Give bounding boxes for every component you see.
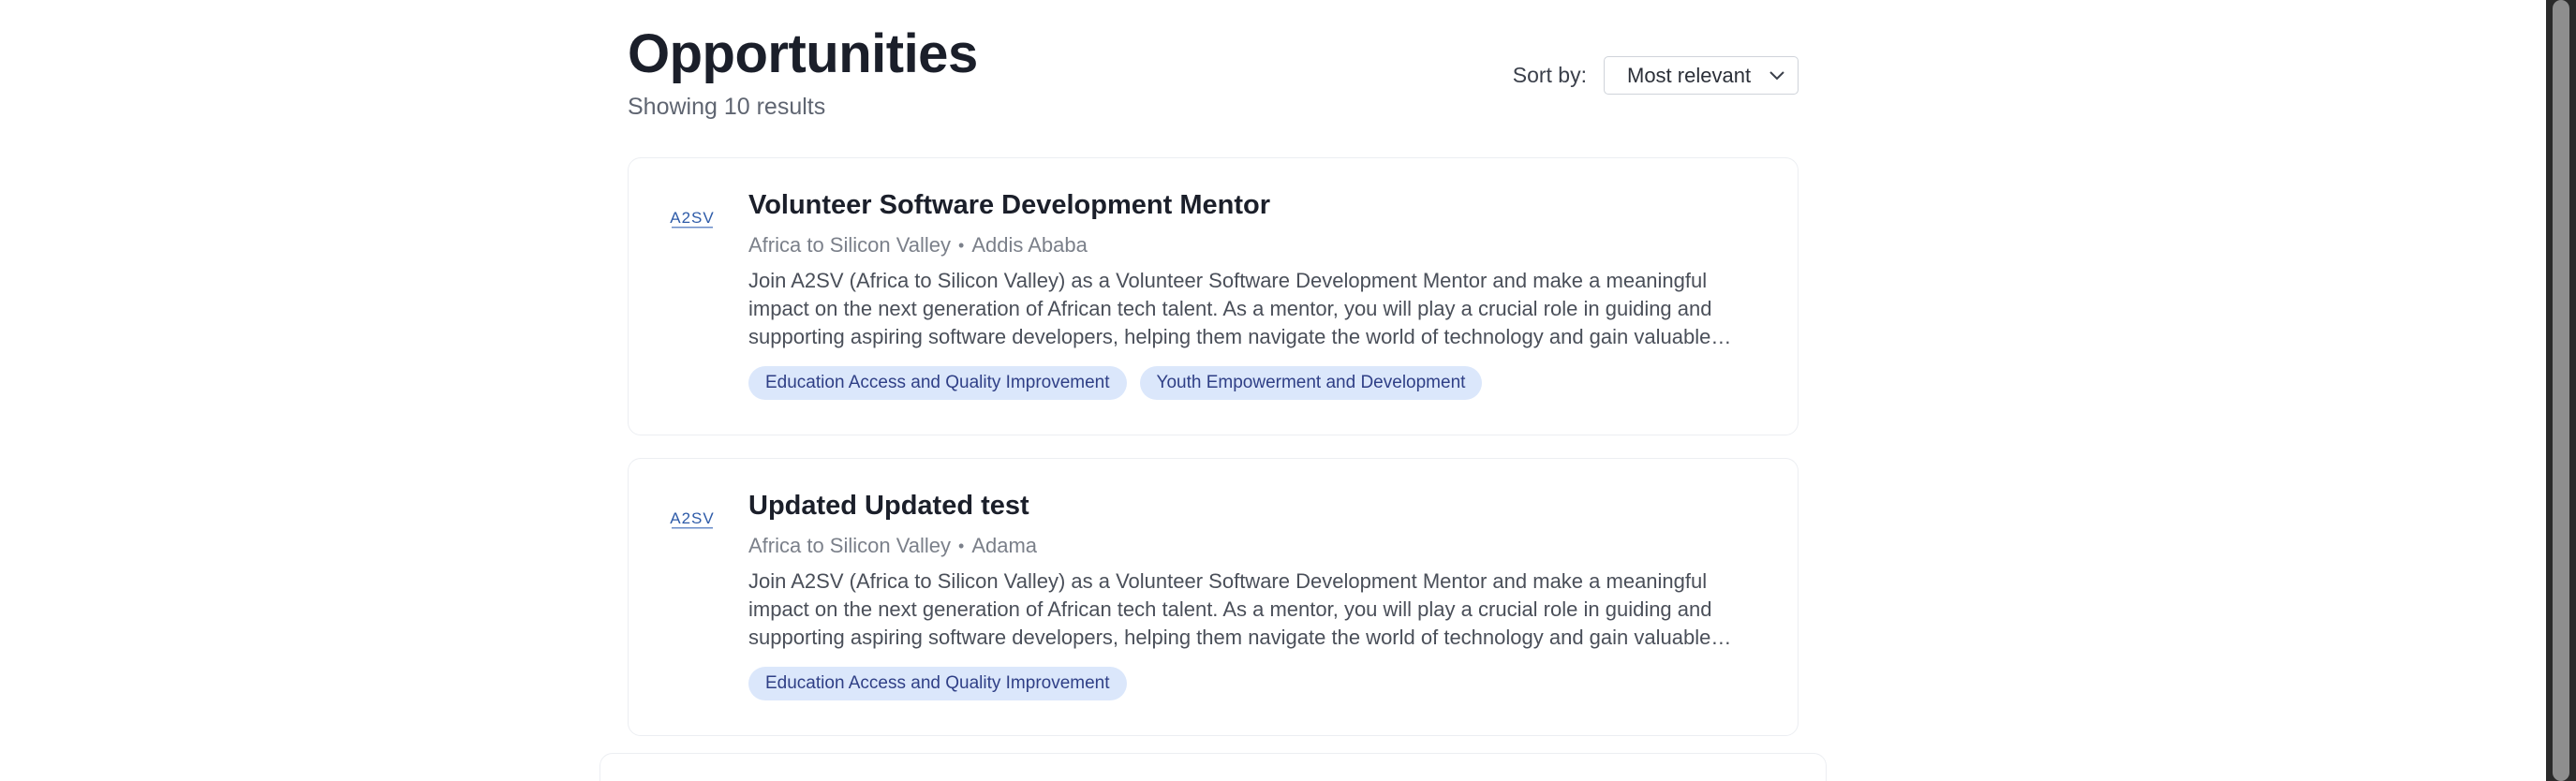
sort-select-value: Most relevant xyxy=(1627,63,1752,87)
card-title[interactable]: Volunteer Software Development Mentor xyxy=(748,186,1764,224)
scrollbar-thumb[interactable] xyxy=(2553,0,2569,781)
svg-text:A2SV: A2SV xyxy=(670,209,714,227)
separator-dot: • xyxy=(958,236,965,255)
sort-control: Sort by: Most relevant xyxy=(1513,56,1799,95)
category-tag: Education Access and Quality Improvement xyxy=(748,667,1127,700)
card-body: Volunteer Software Development Mentor Af… xyxy=(748,186,1764,400)
sort-select[interactable]: Most relevant xyxy=(1604,56,1799,95)
card-meta: Africa to Silicon Valley • Addis Ababa xyxy=(748,229,1764,261)
card-description: Join A2SV (Africa to Silicon Valley) as … xyxy=(748,269,1712,348)
page-title: Opportunities xyxy=(628,23,978,84)
organization-name: Africa to Silicon Valley xyxy=(748,534,952,557)
results-count: Showing 10 results xyxy=(628,94,826,120)
card-title[interactable]: Updated Updated test xyxy=(748,487,1764,524)
svg-text:A2SV: A2SV xyxy=(670,509,714,527)
location: Adama xyxy=(971,534,1038,557)
scrollbar[interactable] xyxy=(2546,0,2576,781)
category-tag: Education Access and Quality Improvement xyxy=(748,366,1127,400)
card-description: Join A2SV (Africa to Silicon Valley) as … xyxy=(748,569,1712,649)
chevron-down-icon xyxy=(1769,70,1784,80)
page: Opportunities Showing 10 results Sort by… xyxy=(0,0,2576,781)
card-body: Updated Updated test Africa to Silicon V… xyxy=(748,487,1764,700)
opportunity-card-partial[interactable] xyxy=(600,753,1827,781)
category-tag: Youth Empowerment and Development xyxy=(1139,366,1483,400)
main-content: Opportunities Showing 10 results Sort by… xyxy=(628,0,1799,736)
organization-name: Africa to Silicon Valley xyxy=(748,233,952,257)
separator-dot: • xyxy=(958,537,965,555)
tag-list: Education Access and Quality Improvement… xyxy=(748,366,1764,400)
opportunity-card[interactable]: A2SV Updated Updated test Africa to Sili… xyxy=(628,458,1799,736)
location: Addis Ababa xyxy=(971,233,1088,257)
tag-list: Education Access and Quality Improvement xyxy=(748,667,1764,700)
card-meta: Africa to Silicon Valley • Adama xyxy=(748,530,1764,562)
a2sv-logo-icon: A2SV xyxy=(670,209,714,228)
sort-label: Sort by: xyxy=(1512,63,1587,87)
opportunity-card[interactable]: A2SV Volunteer Software Development Ment… xyxy=(628,157,1799,435)
a2sv-logo-icon: A2SV xyxy=(670,509,714,529)
page-header: Opportunities Showing 10 results Sort by… xyxy=(628,0,1799,140)
